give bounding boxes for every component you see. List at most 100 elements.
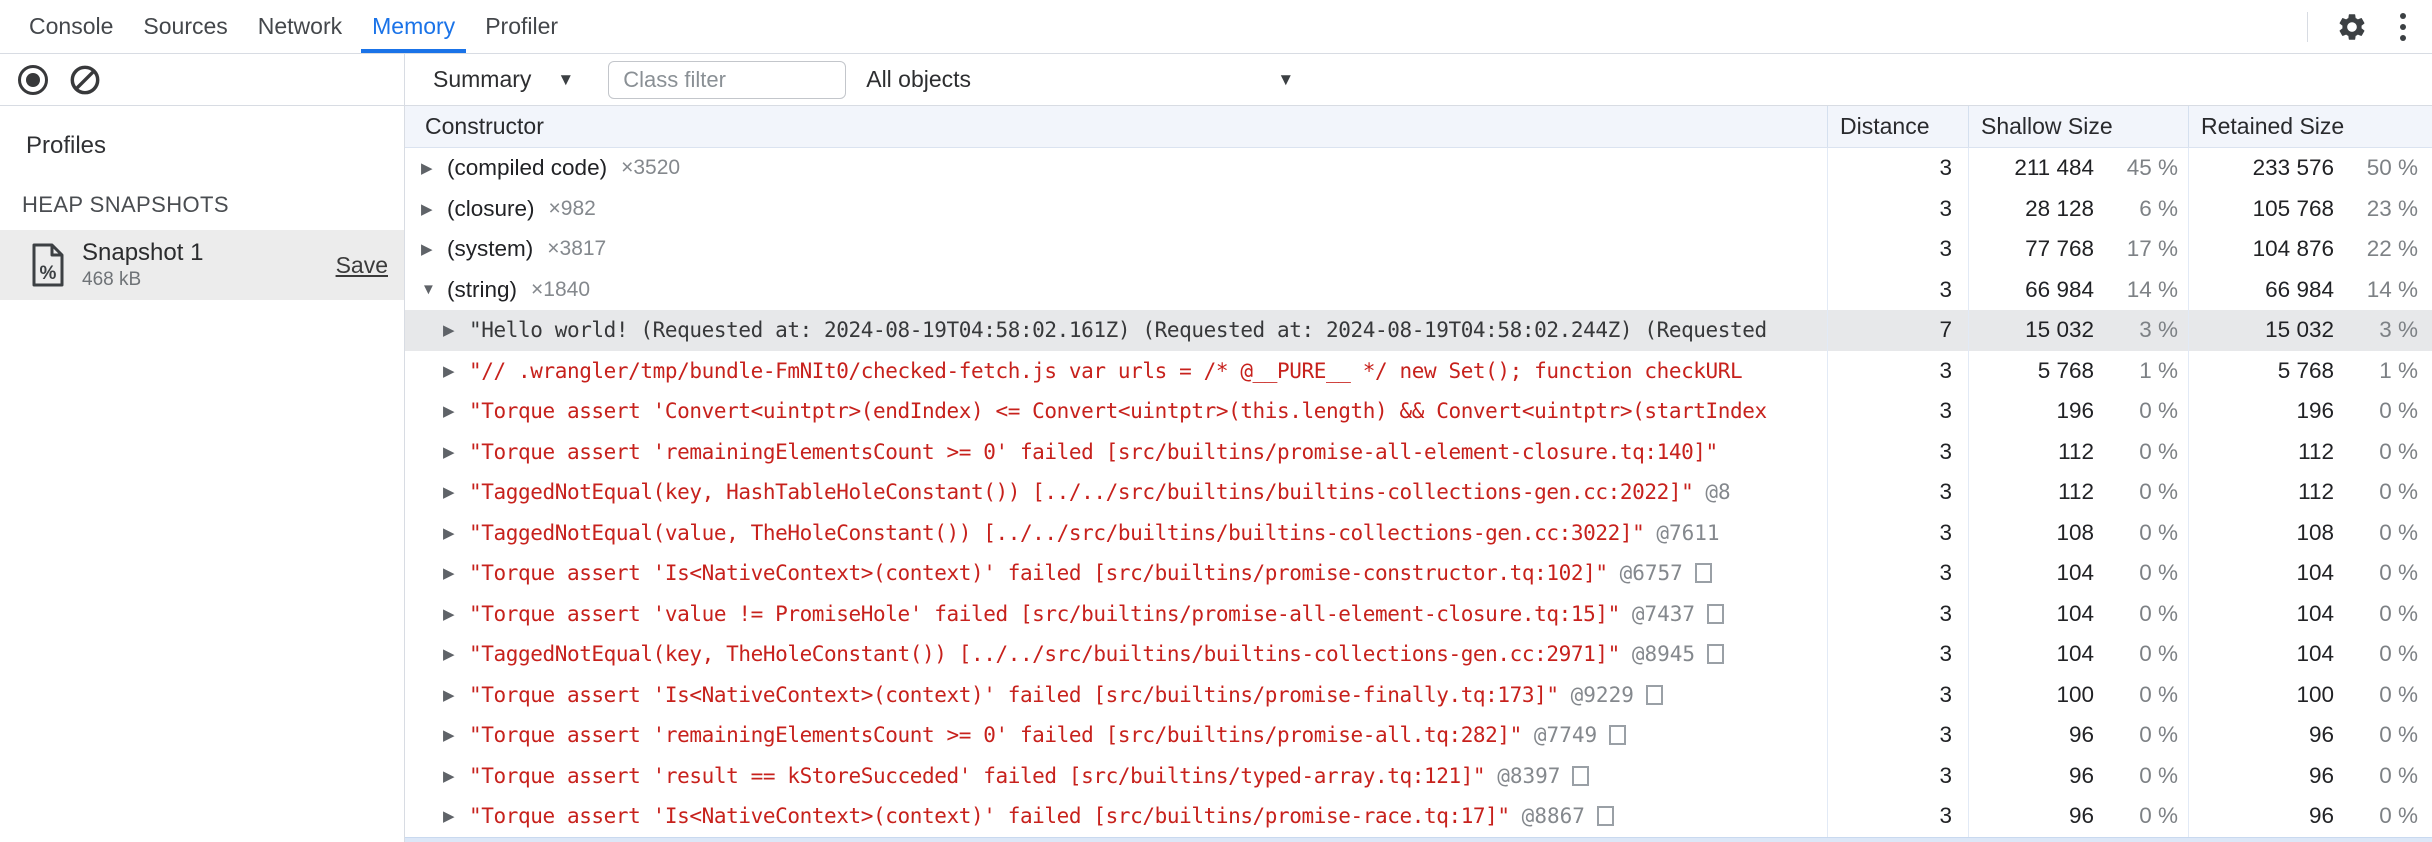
tab-network[interactable]: Network bbox=[243, 0, 357, 53]
expand-arrow-icon[interactable] bbox=[443, 402, 469, 420]
column-header-shallow-size[interactable]: Shallow Size bbox=[1968, 106, 2188, 147]
link-square-icon[interactable] bbox=[1707, 603, 1725, 624]
string-value: "Torque assert 'Is<NativeContext>(contex… bbox=[469, 561, 1608, 586]
link-square-icon[interactable] bbox=[1707, 644, 1725, 665]
snapshot-list-item[interactable]: % Snapshot 1 468 kB Save bbox=[0, 230, 404, 300]
table-row[interactable]: (string) ×1840 3 66 984 14 % 66 984 14 % bbox=[405, 269, 2432, 310]
distance-value: 3 bbox=[1827, 715, 1968, 756]
distance-value: 3 bbox=[1827, 269, 1968, 310]
shallow-size-percent: 0 % bbox=[2139, 438, 2178, 464]
link-square-icon[interactable] bbox=[1596, 806, 1614, 827]
object-scope-select[interactable]: All objects ▼ bbox=[866, 66, 1294, 93]
retained-size-value: 233 576 bbox=[2252, 155, 2334, 181]
table-row[interactable]: "TaggedNotEqual(key, TheHoleConstant()) … bbox=[405, 634, 2432, 675]
table-row[interactable]: "TaggedNotEqual(key, HashTableHoleConsta… bbox=[405, 472, 2432, 513]
expand-arrow-icon[interactable] bbox=[443, 564, 469, 582]
column-header-distance[interactable]: Distance bbox=[1827, 106, 1968, 147]
table-row[interactable]: (compiled code) ×3520 3 211 484 45 % 233… bbox=[405, 148, 2432, 189]
shallow-size-value: 104 bbox=[2056, 600, 2094, 626]
grid-rows: (compiled code) ×3520 3 211 484 45 % 233… bbox=[405, 148, 2432, 842]
tab-profiler[interactable]: Profiler bbox=[470, 0, 573, 53]
object-id: @7749 bbox=[1533, 723, 1598, 748]
expand-arrow-icon[interactable] bbox=[443, 443, 469, 461]
shallow-size-percent: 6 % bbox=[2139, 195, 2178, 221]
table-row[interactable]: "Torque assert 'remainingElementsCount >… bbox=[405, 715, 2432, 756]
link-square-icon[interactable] bbox=[1572, 765, 1590, 786]
object-id: @8867 bbox=[1521, 804, 1585, 829]
profiles-heading: Profiles bbox=[26, 132, 107, 159]
table-row[interactable]: "Torque assert 'remainingElementsCount >… bbox=[405, 431, 2432, 472]
shallow-size-value: 196 bbox=[2056, 398, 2094, 424]
record-heap-snapshot-icon[interactable] bbox=[18, 64, 48, 95]
table-row[interactable]: "Torque assert 'Is<NativeContext>(contex… bbox=[405, 674, 2432, 715]
retained-size-percent: 0 % bbox=[2379, 600, 2418, 626]
constructor-name: (string) bbox=[447, 276, 518, 302]
shallow-size-value: 96 bbox=[2068, 762, 2094, 788]
expand-arrow-icon[interactable] bbox=[443, 321, 469, 339]
distance-value: 3 bbox=[1827, 229, 1968, 270]
shallow-size-value: 77 768 bbox=[2025, 236, 2094, 262]
tab-memory[interactable]: Memory bbox=[357, 0, 470, 53]
settings-gear-icon[interactable] bbox=[2336, 11, 2368, 43]
constructor-name: (closure) bbox=[447, 195, 535, 221]
table-row[interactable]: (closure) ×982 3 28 128 6 % 105 768 23 % bbox=[405, 188, 2432, 229]
more-options-kebab-icon[interactable] bbox=[2396, 9, 2410, 45]
table-row[interactable]: "Torque assert 'Is<NativeContext>(contex… bbox=[405, 796, 2432, 837]
object-id: @9229 bbox=[1570, 682, 1634, 707]
expand-arrow-icon[interactable] bbox=[443, 686, 469, 704]
table-row[interactable]: "TaggedNotEqual(value, TheHoleConstant()… bbox=[405, 512, 2432, 553]
table-row[interactable]: "Torque assert 'value != PromiseHole' fa… bbox=[405, 593, 2432, 634]
distance-value: 3 bbox=[1827, 674, 1968, 715]
expand-arrow-icon[interactable] bbox=[443, 524, 469, 542]
retained-size-percent: 23 % bbox=[2366, 195, 2418, 221]
distance-value: 3 bbox=[1827, 391, 1968, 432]
object-id: @7611 bbox=[1656, 520, 1720, 545]
shallow-size-value: 28 128 bbox=[2025, 195, 2094, 221]
distance-value: 3 bbox=[1827, 431, 1968, 472]
shallow-size-percent: 17 % bbox=[2126, 236, 2178, 262]
heap-snapshot-grid: Constructor Distance Shallow Size Retain… bbox=[405, 106, 2432, 842]
perspective-select[interactable]: Summary ▼ bbox=[433, 66, 574, 93]
expand-arrow-icon[interactable] bbox=[443, 605, 469, 623]
retained-size-value: 196 bbox=[2296, 398, 2334, 424]
string-value: "// .wrangler/tmp/bundle-FmNIt0/checked-… bbox=[469, 358, 1743, 383]
expand-arrow-icon[interactable] bbox=[443, 362, 469, 380]
expand-arrow-icon[interactable] bbox=[443, 807, 469, 825]
retained-size-value: 108 bbox=[2296, 519, 2334, 545]
tab-console[interactable]: Console bbox=[14, 0, 128, 53]
retained-size-value: 104 bbox=[2296, 560, 2334, 586]
link-square-icon[interactable] bbox=[1694, 563, 1712, 584]
column-header-constructor[interactable]: Constructor bbox=[405, 106, 1827, 147]
table-row[interactable]: "Torque assert 'result == kStoreSucceded… bbox=[405, 755, 2432, 796]
expand-arrow-icon[interactable] bbox=[443, 483, 469, 501]
expand-arrow-icon[interactable] bbox=[421, 159, 447, 177]
table-row[interactable]: (system) ×3817 3 77 768 17 % 104 876 22 … bbox=[405, 229, 2432, 270]
expand-arrow-icon[interactable] bbox=[421, 200, 447, 218]
instance-count: ×1840 bbox=[531, 277, 590, 301]
expand-arrow-icon[interactable] bbox=[421, 240, 447, 258]
tab-sources[interactable]: Sources bbox=[128, 0, 242, 53]
chevron-down-icon: ▼ bbox=[557, 69, 575, 89]
string-value: "Torque assert 'remainingElementsCount >… bbox=[469, 439, 1718, 464]
snapshot-save-link[interactable]: Save bbox=[336, 252, 388, 279]
expand-arrow-icon[interactable] bbox=[421, 281, 447, 298]
retained-size-value: 104 876 bbox=[2252, 236, 2334, 262]
link-square-icon[interactable] bbox=[1645, 684, 1663, 705]
table-row[interactable]: "Torque assert 'Convert<uintptr>(endInde… bbox=[405, 391, 2432, 432]
retained-size-value: 112 bbox=[2298, 438, 2334, 464]
expand-arrow-icon[interactable] bbox=[443, 726, 469, 744]
table-row[interactable]: "Torque assert 'Is<NativeContext>(contex… bbox=[405, 553, 2432, 594]
table-row[interactable]: "// .wrangler/tmp/bundle-FmNIt0/checked-… bbox=[405, 350, 2432, 391]
clear-profiles-icon[interactable] bbox=[70, 65, 100, 95]
class-filter-input[interactable] bbox=[608, 60, 847, 99]
link-square-icon[interactable] bbox=[1609, 725, 1627, 746]
retained-size-percent: 0 % bbox=[2379, 722, 2418, 748]
column-header-retained-size[interactable]: Retained Size bbox=[2188, 106, 2432, 147]
expand-arrow-icon[interactable] bbox=[443, 767, 469, 785]
object-id: @8397 bbox=[1497, 763, 1561, 788]
distance-value: 3 bbox=[1827, 593, 1968, 634]
table-row[interactable]: "Hello world! (Requested at: 2024-08-19T… bbox=[405, 310, 2432, 351]
profiles-toolbar bbox=[0, 54, 404, 106]
expand-arrow-icon[interactable] bbox=[443, 645, 469, 663]
retained-size-value: 66 984 bbox=[2265, 276, 2334, 302]
